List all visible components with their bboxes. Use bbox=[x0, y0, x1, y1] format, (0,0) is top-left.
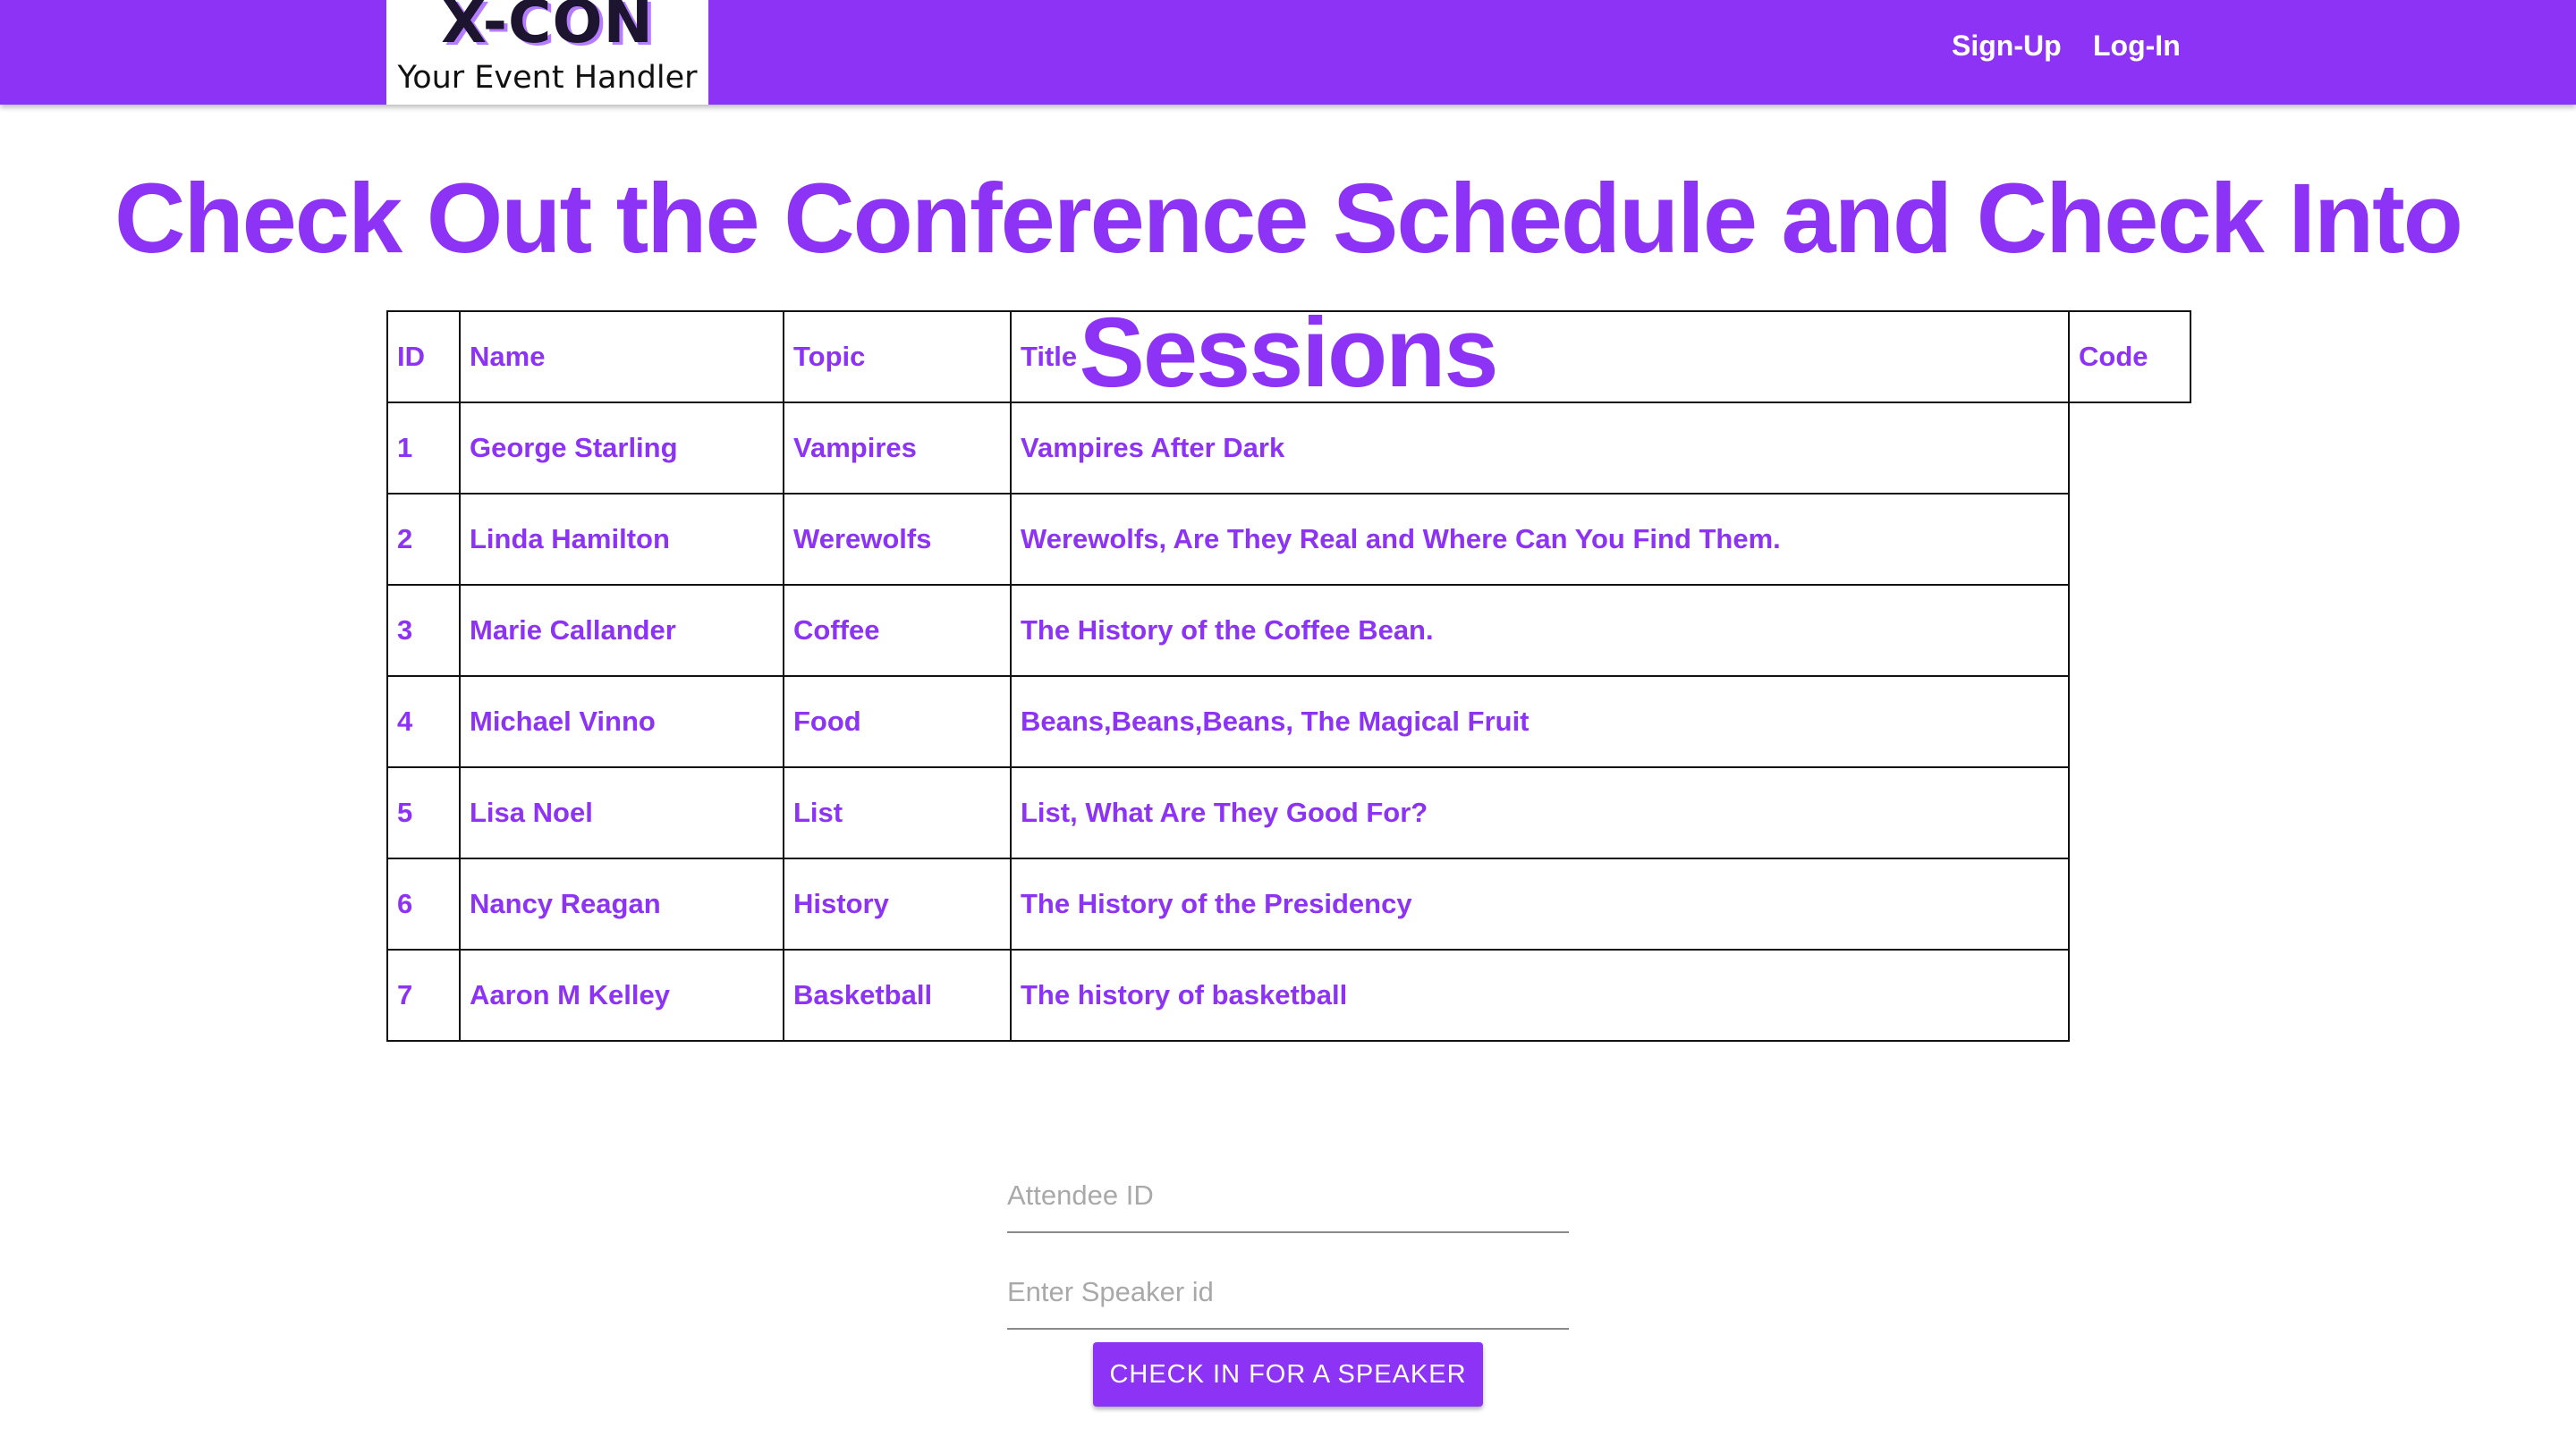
cell-code bbox=[2069, 950, 2190, 1041]
table-row: 2 Linda Hamilton Werewolfs Werewolfs, Ar… bbox=[386, 493, 2190, 586]
column-header-title: Title bbox=[1010, 310, 2070, 403]
column-header-name: Name bbox=[459, 310, 784, 403]
cell-code bbox=[2069, 676, 2190, 767]
cell-id: 5 bbox=[386, 766, 461, 859]
table-row: 4 Michael Vinno Food Beans,Beans,Beans, … bbox=[386, 675, 2190, 768]
logo-tagline: Your Event Handler bbox=[397, 60, 698, 96]
cell-id: 6 bbox=[386, 858, 461, 951]
cell-id: 1 bbox=[386, 402, 461, 495]
cell-title: Vampires After Dark bbox=[1010, 402, 2070, 495]
cell-code bbox=[2069, 585, 2190, 676]
cell-id: 3 bbox=[386, 584, 461, 677]
check-in-speaker-button[interactable]: CHECK IN FOR A SPEAKER bbox=[1093, 1342, 1483, 1407]
logo-mark: X-CON bbox=[441, 0, 654, 56]
cell-topic: Food bbox=[783, 675, 1012, 768]
cell-title: Werewolfs, Are They Real and Where Can Y… bbox=[1010, 493, 2070, 586]
top-navbar: X-CON Your Event Handler Sign-Up Log-In bbox=[0, 0, 2576, 105]
cell-topic: Basketball bbox=[783, 949, 1012, 1042]
speaker-id-input[interactable] bbox=[1007, 1256, 1569, 1330]
attendee-id-input[interactable] bbox=[1007, 1160, 1569, 1233]
cell-title: The History of the Coffee Bean. bbox=[1010, 584, 2070, 677]
column-header-code: Code bbox=[2068, 310, 2191, 403]
table-row: 3 Marie Callander Coffee The History of … bbox=[386, 584, 2190, 677]
cell-topic: Werewolfs bbox=[783, 493, 1012, 586]
table-row: 6 Nancy Reagan History The History of th… bbox=[386, 858, 2190, 951]
cell-topic: Coffee bbox=[783, 584, 1012, 677]
cell-id: 4 bbox=[386, 675, 461, 768]
cell-name: Linda Hamilton bbox=[459, 493, 784, 586]
cell-topic: Vampires bbox=[783, 402, 1012, 495]
cell-name: Aaron M Kelley bbox=[459, 949, 784, 1042]
column-header-topic: Topic bbox=[783, 310, 1012, 403]
cell-name: Michael Vinno bbox=[459, 675, 784, 768]
cell-code bbox=[2069, 767, 2190, 858]
cell-code bbox=[2069, 402, 2190, 494]
schedule-table: ID Name Topic Title Code 1 George Starli… bbox=[386, 310, 2191, 1042]
table-row: 5 Lisa Noel List List, What Are They Goo… bbox=[386, 766, 2190, 859]
cell-id: 7 bbox=[386, 949, 461, 1042]
signup-link[interactable]: Sign-Up bbox=[1952, 23, 2062, 68]
login-link[interactable]: Log-In bbox=[2093, 23, 2181, 68]
cell-name: Nancy Reagan bbox=[459, 858, 784, 951]
cell-topic: History bbox=[783, 858, 1012, 951]
cell-title: Beans,Beans,Beans, The Magical Fruit bbox=[1010, 675, 2070, 768]
cell-code bbox=[2069, 858, 2190, 950]
table-row: 7 Aaron M Kelley Basketball The history … bbox=[386, 949, 2190, 1042]
cell-name: Lisa Noel bbox=[459, 766, 784, 859]
cell-name: Marie Callander bbox=[459, 584, 784, 677]
cell-id: 2 bbox=[386, 493, 461, 586]
cell-topic: List bbox=[783, 766, 1012, 859]
column-header-id: ID bbox=[386, 310, 461, 403]
table-row: 1 George Starling Vampires Vampires Afte… bbox=[386, 402, 2190, 495]
cell-title: The History of the Presidency bbox=[1010, 858, 2070, 951]
cell-title: The history of basketball bbox=[1010, 949, 2070, 1042]
brand-logo[interactable]: X-CON Your Event Handler bbox=[386, 0, 708, 105]
table-header-row: ID Name Topic Title Code bbox=[386, 310, 2191, 403]
cell-name: George Starling bbox=[459, 402, 784, 495]
cell-title: List, What Are They Good For? bbox=[1010, 766, 2070, 859]
cell-code bbox=[2069, 494, 2190, 585]
